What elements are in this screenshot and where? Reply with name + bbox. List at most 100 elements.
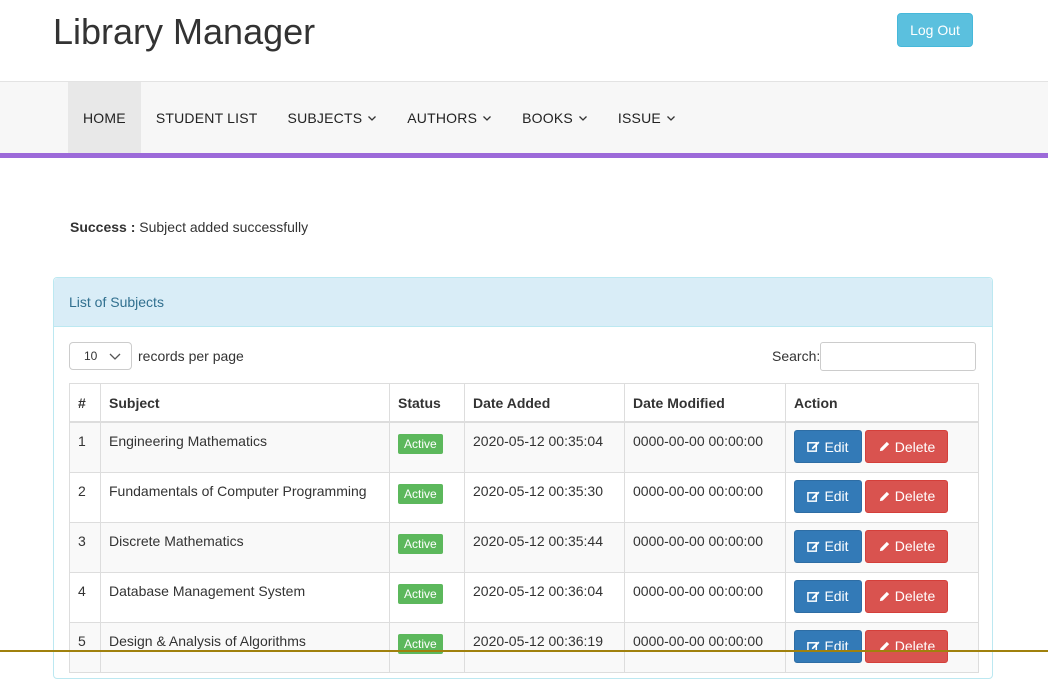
status-cell: Active xyxy=(389,621,465,673)
status-cell: Active xyxy=(389,471,465,523)
nav-item-label: STUDENT LIST xyxy=(155,109,258,126)
panel-title: List of Subjects xyxy=(54,278,992,327)
date-added: 2020-05-12 00:36:19 xyxy=(464,621,625,673)
nav-item-student-list[interactable]: STUDENT LIST xyxy=(141,82,273,153)
nav-item-issue[interactable]: ISSUE xyxy=(603,82,691,153)
edit-button[interactable]: Edit xyxy=(794,529,862,563)
table-row: 2 Fundamentals of Computer Programming Act… xyxy=(69,471,979,523)
date-modified: 0000-00-00 00:00:00 xyxy=(624,471,786,523)
edit-icon xyxy=(807,490,820,502)
action-cell: Edit Delete xyxy=(785,471,979,523)
search-label: Search: xyxy=(772,348,821,364)
date-added: 2020-05-12 00:36:04 xyxy=(464,571,625,623)
nav-list: HOME STUDENT LIST SUBJECTS AUTHORS BOOKS ISSU… xyxy=(68,82,691,153)
table-row: 5 Design & Analysis of Algorithms Active 20… xyxy=(69,621,979,673)
nav-item-authors[interactable]: AUTHORS xyxy=(392,82,507,153)
records-per-page-select[interactable]: 10 xyxy=(69,342,132,370)
row-number: 1 xyxy=(69,421,101,473)
pencil-icon xyxy=(879,591,889,601)
column-header-num[interactable]: # xyxy=(69,383,101,423)
action-cell: Edit Delete xyxy=(785,621,979,673)
nav-item-books[interactable]: BOOKS xyxy=(507,82,603,153)
pencil-icon xyxy=(879,541,889,551)
chevron-down-icon xyxy=(666,115,675,121)
search-input[interactable] xyxy=(820,342,976,371)
date-added: 2020-05-12 00:35:44 xyxy=(464,521,625,573)
edit-icon xyxy=(807,441,820,452)
delete-button[interactable]: Delete xyxy=(865,479,948,513)
table-row: 3 Discrete Mathematics Active 2020-05-12 00… xyxy=(69,521,979,573)
chevron-down-icon xyxy=(109,353,121,360)
edit-button[interactable]: Edit xyxy=(794,479,862,513)
column-header-status[interactable]: Status xyxy=(389,383,465,423)
subject-name: Fundamentals of Computer Programming xyxy=(100,471,390,523)
row-number: 2 xyxy=(69,471,101,523)
column-header-date-added[interactable]: Date Added xyxy=(464,383,625,423)
date-modified: 0000-00-00 00:00:00 xyxy=(624,521,786,573)
page-header: Library Manager Log Out xyxy=(0,0,1048,81)
edit-button-label: Edit xyxy=(824,438,849,455)
date-added: 2020-05-12 00:35:30 xyxy=(464,471,625,523)
subject-name: Engineering Mathematics xyxy=(100,421,390,473)
table-row: 1 Engineering Mathematics Active 2020-05-12… xyxy=(69,421,979,473)
subjects-table: # Subject Status Date Added Date Modifie… xyxy=(69,383,979,673)
status-cell: Active xyxy=(389,571,465,623)
row-number: 5 xyxy=(69,621,101,673)
nav-item-label: BOOKS xyxy=(522,109,573,126)
delete-button-label: Delete xyxy=(894,438,936,455)
chevron-down-icon xyxy=(578,115,587,121)
date-modified: 0000-00-00 00:00:00 xyxy=(624,421,786,473)
column-header-action: Action xyxy=(785,383,979,423)
delete-button[interactable]: Delete xyxy=(865,430,948,463)
status-cell: Active xyxy=(389,421,465,473)
edit-icon xyxy=(807,540,820,552)
delete-button[interactable]: Delete xyxy=(865,629,948,663)
delete-button[interactable]: Delete xyxy=(865,529,948,563)
chevron-down-icon xyxy=(368,115,377,121)
row-number: 4 xyxy=(69,571,101,623)
delete-button-label: Delete xyxy=(894,538,936,554)
edit-button-label: Edit xyxy=(824,588,849,604)
pencil-icon xyxy=(879,441,889,452)
subject-name: Discrete Mathematics xyxy=(100,521,390,573)
subject-name: Design & Analysis of Algorithms xyxy=(100,621,390,673)
nav-item-subjects[interactable]: SUBJECTS xyxy=(273,82,393,153)
edit-button[interactable]: Edit xyxy=(794,579,862,613)
subject-name: Database Management System xyxy=(100,571,390,623)
status-badge: Active xyxy=(398,434,443,454)
action-cell: Edit Delete xyxy=(785,521,979,573)
status-badge: Active xyxy=(398,583,443,604)
edit-button[interactable]: Edit xyxy=(794,430,862,463)
alert-message: Subject added successfully xyxy=(139,219,309,235)
action-cell: Edit Delete xyxy=(785,421,979,473)
status-cell: Active xyxy=(389,521,465,573)
nav-item-label: HOME xyxy=(83,109,126,126)
date-modified: 0000-00-00 00:00:00 xyxy=(624,571,786,623)
records-per-page-value: 10 xyxy=(84,349,98,363)
table-row: 4 Database Management System Active 2020-05… xyxy=(69,571,979,623)
table-body: 1 Engineering Mathematics Active 2020-05-12… xyxy=(69,421,979,673)
date-modified: 0000-00-00 00:00:00 xyxy=(624,621,786,673)
app-title: Library Manager xyxy=(53,11,316,52)
main-navbar: HOME STUDENT LIST SUBJECTS AUTHORS BOOKS ISSU… xyxy=(0,81,1048,158)
nav-item-label: SUBJECTS xyxy=(287,109,363,126)
delete-button-label: Delete xyxy=(894,488,936,504)
subjects-panel: List of Subjects 10 records per page Sea… xyxy=(53,277,993,679)
status-badge: Active xyxy=(398,533,443,554)
row-number: 3 xyxy=(69,521,101,573)
column-header-subject[interactable]: Subject xyxy=(100,383,390,423)
delete-button[interactable]: Delete xyxy=(865,579,948,613)
pencil-icon xyxy=(879,491,889,501)
status-badge: Active xyxy=(398,483,443,504)
logout-button[interactable]: Log Out xyxy=(897,13,973,47)
records-per-page-label: records per page xyxy=(138,348,244,364)
chevron-down-icon xyxy=(483,115,492,121)
edit-button[interactable]: Edit xyxy=(794,629,862,663)
success-alert: Success : Subject added successfully xyxy=(70,219,308,235)
edit-button-label: Edit xyxy=(824,488,849,504)
delete-button-label: Delete xyxy=(894,588,936,604)
nav-item-home[interactable]: HOME xyxy=(68,82,141,153)
column-header-date-modified[interactable]: Date Modified xyxy=(624,383,786,423)
edit-icon xyxy=(807,590,820,602)
table-header-row: # Subject Status Date Added Date Modifie… xyxy=(69,383,979,423)
